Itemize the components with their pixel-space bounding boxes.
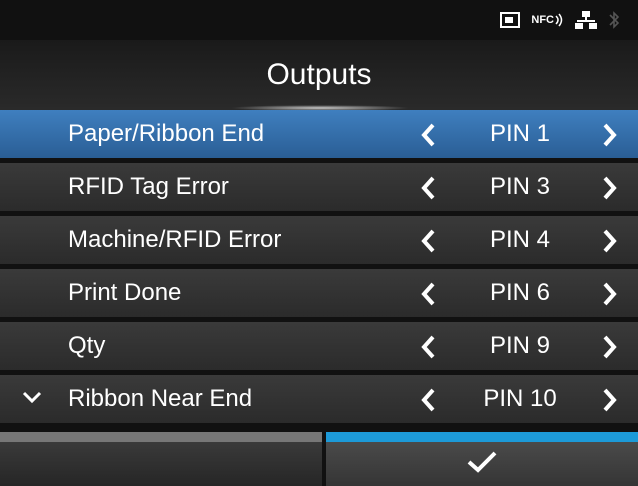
row-value: PIN 3	[489, 173, 551, 200]
row-label: Print Done	[68, 279, 182, 306]
list-row-paper-ribbon-end[interactable]: Paper/Ribbon End PIN 1	[0, 110, 638, 158]
outputs-list: Paper/Ribbon End PIN 1 RFID Tag Error PI…	[0, 110, 638, 428]
sd-card-icon	[499, 11, 521, 29]
row-label: RFID Tag Error	[68, 173, 229, 200]
chevron-left-icon[interactable]	[418, 387, 440, 413]
list-row-machine-rfid-error[interactable]: Machine/RFID Error PIN 4	[0, 216, 638, 264]
footer-area	[0, 432, 638, 486]
chevron-left-icon[interactable]	[418, 228, 440, 254]
nfc-icon: NFC	[531, 13, 564, 27]
bluetooth-icon	[608, 10, 620, 30]
chevron-left-icon[interactable]	[418, 122, 440, 148]
row-label: Paper/Ribbon End	[68, 120, 265, 147]
list-row-print-done[interactable]: Print Done PIN 6	[0, 269, 638, 317]
status-bar: NFC	[0, 0, 638, 40]
list-row-rfid-tag-error[interactable]: RFID Tag Error PIN 3	[0, 163, 638, 211]
row-value: PIN 1	[489, 120, 551, 147]
outputs-screen: NFC Outputs Paper/Ribbon End PIN 1 RFID …	[0, 0, 638, 486]
chevron-right-icon[interactable]	[598, 175, 620, 201]
chevron-right-icon[interactable]	[598, 122, 620, 148]
chevron-left-icon[interactable]	[418, 334, 440, 360]
footer-left-button[interactable]	[0, 442, 322, 486]
confirm-button[interactable]	[326, 442, 638, 486]
title-area: Outputs	[0, 40, 638, 111]
row-label: Qty	[68, 332, 106, 359]
chevron-down-icon[interactable]	[20, 385, 44, 409]
chevron-left-icon[interactable]	[418, 175, 440, 201]
check-icon	[465, 450, 499, 479]
scroll-indicator-left	[0, 432, 322, 442]
chevron-right-icon[interactable]	[598, 281, 620, 307]
row-value: PIN 6	[489, 279, 551, 306]
network-icon	[574, 10, 598, 30]
scroll-indicator-right	[326, 432, 638, 442]
page-title: Outputs	[266, 58, 372, 91]
row-value: PIN 10	[483, 385, 557, 412]
nfc-label: NFC	[531, 14, 554, 26]
row-label: Ribbon Near End	[68, 385, 253, 412]
scroll-indicator	[0, 432, 638, 442]
list-row-qty[interactable]: Qty PIN 9	[0, 322, 638, 370]
list-row-ribbon-near-end[interactable]: Ribbon Near End PIN 10	[0, 375, 638, 423]
row-value: PIN 4	[489, 226, 551, 253]
chevron-left-icon[interactable]	[418, 281, 440, 307]
chevron-right-icon[interactable]	[598, 228, 620, 254]
row-value: PIN 9	[489, 332, 551, 359]
chevron-right-icon[interactable]	[598, 334, 620, 360]
chevron-right-icon[interactable]	[598, 387, 620, 413]
row-label: Machine/RFID Error	[68, 226, 282, 253]
